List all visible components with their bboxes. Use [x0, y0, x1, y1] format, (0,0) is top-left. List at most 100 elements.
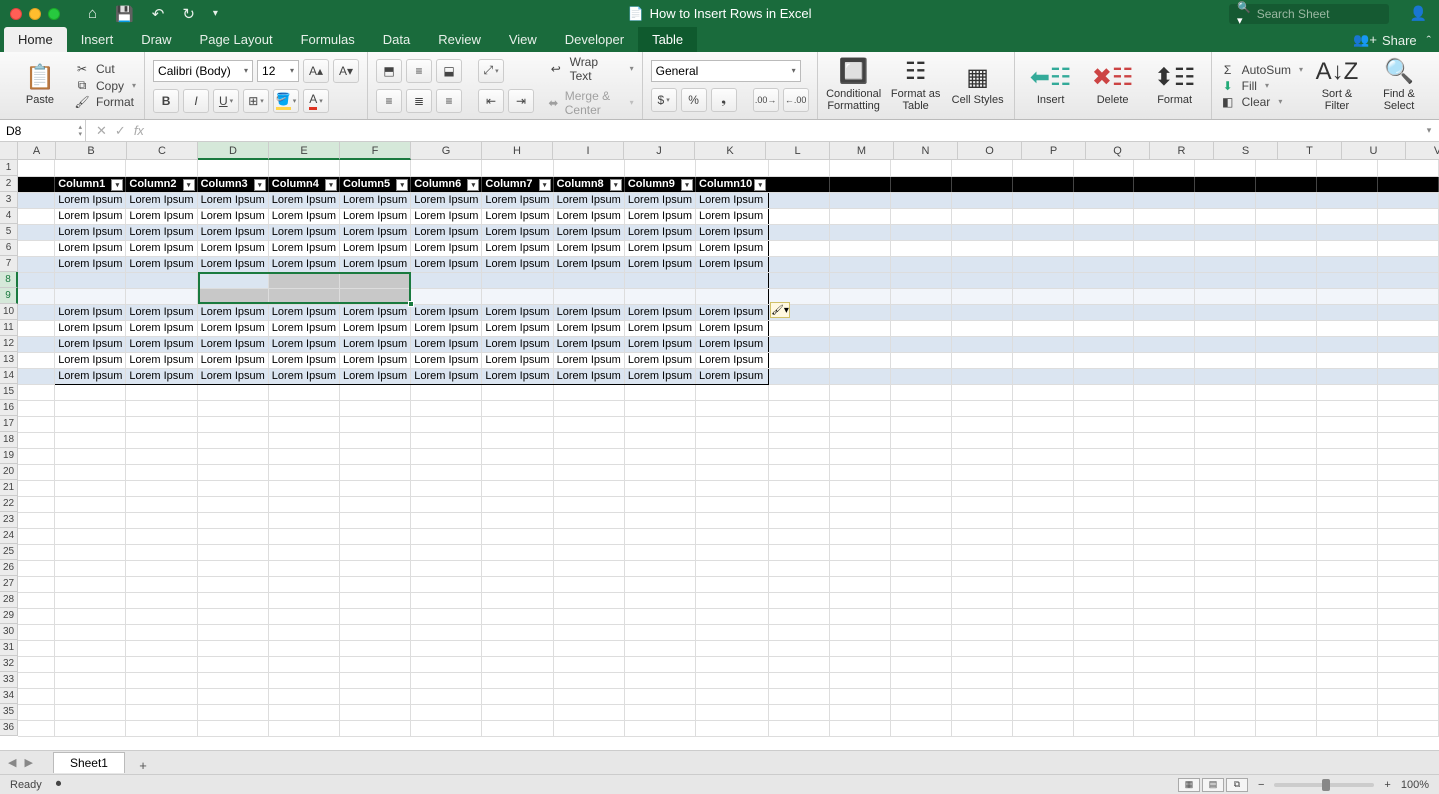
cell[interactable] [553, 656, 624, 672]
cell[interactable] [890, 160, 951, 176]
cell[interactable] [951, 672, 1012, 688]
cell[interactable] [830, 544, 891, 560]
cell[interactable] [126, 672, 197, 688]
cell[interactable] [951, 208, 1012, 224]
cell[interactable] [1377, 240, 1438, 256]
cell[interactable] [1317, 704, 1378, 720]
row-header-15[interactable]: 15 [0, 384, 18, 400]
cell[interactable] [890, 352, 951, 368]
cell[interactable] [1377, 384, 1438, 400]
cell[interactable] [769, 224, 830, 240]
cell[interactable] [1073, 496, 1134, 512]
filter-icon[interactable]: ▾ [325, 179, 337, 191]
cell[interactable]: Lorem Ipsum [553, 304, 624, 320]
cell[interactable]: Lorem Ipsum [126, 224, 197, 240]
cell[interactable] [1073, 592, 1134, 608]
cell[interactable] [126, 544, 197, 560]
cell[interactable] [1317, 656, 1378, 672]
cell[interactable] [890, 656, 951, 672]
cell[interactable]: Lorem Ipsum [411, 368, 482, 384]
cell[interactable] [1317, 576, 1378, 592]
cell[interactable] [268, 592, 339, 608]
cell[interactable] [1134, 560, 1195, 576]
cell[interactable] [769, 336, 830, 352]
cell[interactable] [1073, 704, 1134, 720]
cell[interactable]: Lorem Ipsum [482, 320, 553, 336]
cell[interactable] [340, 608, 411, 624]
cell[interactable] [624, 512, 695, 528]
cell[interactable] [126, 640, 197, 656]
grid[interactable]: ABCDEFGHIJKLMNOPQRSTUV 12345678910111213… [0, 142, 1439, 742]
cell[interactable] [1377, 672, 1438, 688]
cell[interactable] [482, 640, 553, 656]
cell[interactable]: Lorem Ipsum [553, 192, 624, 208]
cell[interactable] [268, 672, 339, 688]
decrease-font-button[interactable]: A▾ [333, 59, 359, 83]
cell[interactable]: Lorem Ipsum [411, 224, 482, 240]
cell[interactable] [951, 416, 1012, 432]
cell[interactable] [1256, 416, 1317, 432]
cell[interactable] [624, 688, 695, 704]
insert-cells-button[interactable]: ⬅☷Insert [1023, 65, 1079, 105]
cell[interactable] [268, 416, 339, 432]
cell[interactable] [18, 400, 55, 416]
cell[interactable]: Lorem Ipsum [126, 304, 197, 320]
cell[interactable] [1012, 400, 1073, 416]
cell[interactable] [890, 512, 951, 528]
copy-button[interactable]: ⧉Copy▾ [74, 78, 136, 93]
cell[interactable] [624, 432, 695, 448]
cell[interactable] [890, 608, 951, 624]
row-header-34[interactable]: 34 [0, 688, 18, 704]
cell[interactable] [482, 608, 553, 624]
cell[interactable]: Lorem Ipsum [411, 192, 482, 208]
cell[interactable] [769, 464, 830, 480]
cell[interactable] [1256, 160, 1317, 176]
row-header-25[interactable]: 25 [0, 544, 18, 560]
cell[interactable] [1195, 640, 1256, 656]
cell[interactable] [1256, 192, 1317, 208]
cell[interactable] [951, 688, 1012, 704]
cell[interactable] [1195, 480, 1256, 496]
cell[interactable] [1073, 320, 1134, 336]
cell[interactable] [197, 384, 268, 400]
cell[interactable] [55, 656, 126, 672]
autosum-button[interactable]: ΣAutoSum▾ [1220, 63, 1303, 77]
cell[interactable]: Lorem Ipsum [624, 240, 695, 256]
zoom-out-button[interactable]: − [1258, 779, 1264, 791]
cell[interactable] [1073, 464, 1134, 480]
cell[interactable] [1012, 480, 1073, 496]
cell[interactable]: Lorem Ipsum [55, 368, 126, 384]
cell[interactable] [951, 448, 1012, 464]
cell[interactable] [1195, 240, 1256, 256]
cell[interactable] [1073, 480, 1134, 496]
cell[interactable] [1317, 384, 1378, 400]
cell[interactable] [197, 608, 268, 624]
cell[interactable] [1073, 720, 1134, 736]
cell[interactable] [696, 544, 769, 560]
row-header-20[interactable]: 20 [0, 464, 18, 480]
cell[interactable] [1195, 560, 1256, 576]
cell[interactable] [1377, 512, 1438, 528]
cell[interactable] [830, 176, 891, 192]
cell[interactable] [1377, 160, 1438, 176]
cell[interactable] [951, 320, 1012, 336]
cell[interactable] [951, 480, 1012, 496]
cell[interactable] [18, 320, 55, 336]
filter-icon[interactable]: ▾ [467, 179, 479, 191]
cell[interactable]: Lorem Ipsum [696, 240, 769, 256]
cell[interactable] [1256, 704, 1317, 720]
cell[interactable]: Lorem Ipsum [55, 208, 126, 224]
cell[interactable] [1134, 528, 1195, 544]
cell[interactable] [340, 432, 411, 448]
cell[interactable] [340, 688, 411, 704]
cell[interactable] [769, 416, 830, 432]
cell[interactable] [951, 704, 1012, 720]
cell[interactable] [1012, 496, 1073, 512]
column-header-N[interactable]: N [894, 142, 958, 160]
cell[interactable]: Lorem Ipsum [55, 240, 126, 256]
cell[interactable] [624, 160, 695, 176]
column-header-F[interactable]: F [340, 142, 411, 160]
cell[interactable] [830, 416, 891, 432]
cell[interactable] [1073, 400, 1134, 416]
cell[interactable] [1256, 432, 1317, 448]
